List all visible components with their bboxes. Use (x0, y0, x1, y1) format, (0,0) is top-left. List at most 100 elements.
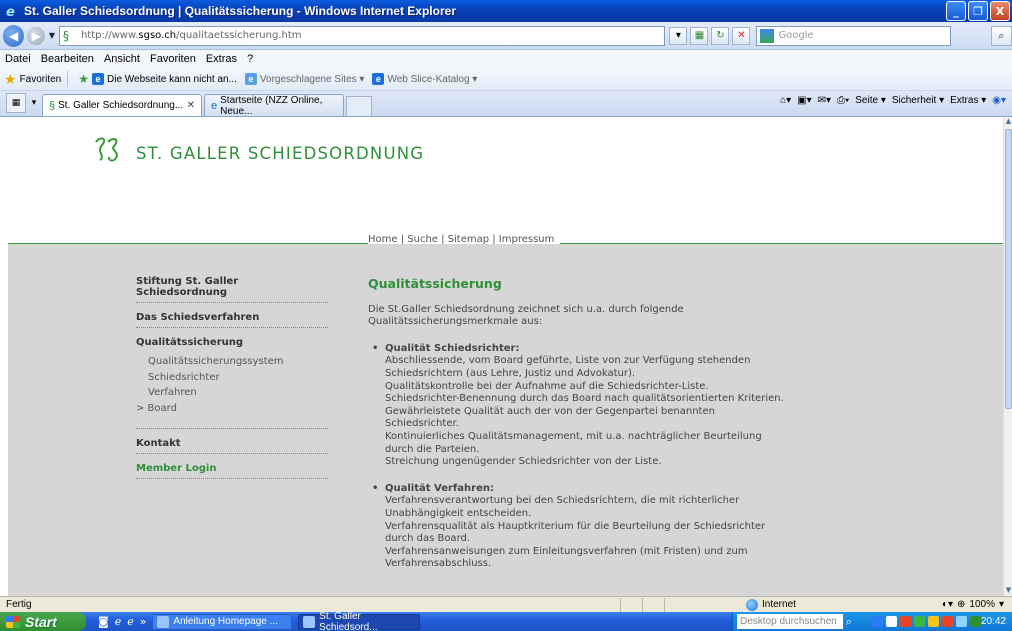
vertical-scrollbar[interactable]: ▲ ▼ (1003, 117, 1012, 596)
separator (136, 428, 328, 430)
search-input[interactable]: Google (756, 25, 951, 46)
tray-app-icon[interactable] (969, 616, 981, 627)
back-button[interactable]: ◀ (3, 24, 25, 47)
window-title: St. Galler Schiedsordnung | Qualitätssic… (24, 4, 456, 18)
quick-launch-more-icon[interactable]: » (140, 615, 147, 628)
quick-launch-ie-icon[interactable]: ℯ (115, 615, 122, 628)
tray-network-icon[interactable] (955, 616, 967, 627)
nav-item-stiftung[interactable]: Stiftung St. Galler Schiedsordnung (136, 276, 328, 303)
protected-mode-icon[interactable]: ◐▾ (942, 599, 953, 610)
url-path: /qualitaetssicherung.htm (176, 30, 302, 41)
address-row: ◀ ▶ ▼ § http://www. sgso.ch/qualitaetssic… (0, 22, 1012, 50)
system-tray: Desktop durchsuchen ⌕ 20:42 (732, 612, 1012, 631)
tray-app-icon[interactable] (913, 616, 925, 627)
tray-app-icon[interactable] (885, 616, 897, 627)
list-item-line: Kontinuierliches Qualitätsmanagement, mi… (385, 430, 762, 455)
search-icon[interactable]: ⌕ (990, 25, 1012, 46)
start-label: Start (25, 613, 57, 630)
list-item-line: Schiedsrichter-Benennung durch das Board… (385, 393, 784, 405)
quick-launch-ie2-icon[interactable]: ℯ (127, 615, 134, 628)
add-favorite-icon[interactable]: ★ (78, 72, 89, 86)
ie-page-icon: e (92, 73, 105, 85)
feeds-icon[interactable]: ▣▾ (797, 95, 811, 106)
security-zone: Internet (746, 598, 896, 611)
tab-label: Startseite (NZZ Online, Neue... (220, 94, 323, 117)
history-dropdown-icon[interactable]: ▼ (49, 31, 55, 40)
desktop-search-icon[interactable]: ⌕ (846, 615, 852, 629)
site-logo[interactable]: ST. GALLER SCHIEDSORDNUNG (92, 136, 424, 171)
subnav-item-schiedsrichter[interactable]: Schiedsrichter (148, 372, 328, 388)
zoom-control[interactable]: ◐▾ ⊕ 100% ▾ (942, 599, 1004, 610)
status-text: Fertig (6, 599, 32, 610)
desktop-search-input[interactable]: Desktop durchsuchen (737, 614, 843, 629)
security-menu[interactable]: Sicherheit ▾ (892, 95, 944, 106)
help-icon[interactable]: ◉▾ (992, 95, 1006, 106)
zoom-dropdown-icon[interactable]: ▾ (999, 599, 1004, 610)
home-icon[interactable]: ⌂▾ (780, 95, 791, 106)
window-titlebar: e St. Galler Schiedsordnung | Qualitätss… (0, 0, 1012, 22)
status-cell (664, 597, 686, 612)
quick-tabs-icon[interactable]: ▦ (6, 93, 26, 113)
favorites-star-icon[interactable]: ★ (4, 71, 17, 88)
favorite-item-error-page[interactable]: e Die Webseite kann nicht an... (92, 73, 237, 85)
address-dropdown-icon[interactable]: ▾ (669, 26, 688, 45)
separator (67, 71, 69, 87)
start-button[interactable]: Start (0, 612, 86, 631)
tab-sgso[interactable]: § St. Galler Schiedsordnung... ✕ (42, 94, 202, 116)
clock[interactable]: 20:42 (981, 616, 1006, 627)
page-menu[interactable]: Seite ▾ (855, 95, 886, 106)
subnav-item-board[interactable]: > Board (136, 403, 328, 419)
favorites-button[interactable]: Favoriten (20, 74, 62, 85)
nav-item-qualitaetssicherung[interactable]: Qualitätssicherung (136, 337, 328, 352)
scroll-up-icon[interactable]: ▲ (1004, 117, 1012, 127)
taskbar-item-anleitung[interactable]: Anleitung Homepage ... (152, 613, 293, 630)
minimize-button[interactable]: _ (946, 1, 966, 21)
address-bar[interactable]: § http://www. sgso.ch/qualitaetssicherung… (58, 25, 666, 46)
close-tab-icon[interactable]: ✕ (187, 100, 195, 111)
forward-button[interactable]: ▶ (27, 26, 45, 45)
refresh-icon[interactable]: ↻ (711, 26, 730, 45)
list-item-line: Verfahrensqualität als Hauptkriterium fü… (385, 520, 766, 545)
menu-favoriten[interactable]: Favoriten (145, 53, 201, 65)
subnav-item-verfahren[interactable]: Verfahren (148, 387, 328, 403)
print-icon[interactable]: ⎙▾ (837, 95, 849, 106)
tab-nzz[interactable]: e Startseite (NZZ Online, Neue... (204, 94, 344, 117)
close-window-button[interactable]: X (990, 1, 1010, 21)
list-item-heading: Qualität Schiedsrichter: (385, 342, 520, 354)
bullet: • (372, 482, 379, 494)
subnav: Qualitätssicherungssystem Schiedsrichter… (136, 356, 328, 418)
stop-icon[interactable]: ✕ (732, 26, 751, 45)
favorite-item-label: Web Slice-Katalog ▾ (387, 73, 478, 85)
taskbar-item-sgso[interactable]: St. Galler Schiedsord... (298, 611, 421, 631)
tray-app-icon[interactable] (941, 616, 953, 627)
quick-launch-app-icon[interactable]: ◙ (98, 615, 109, 628)
favorite-item-web-slice[interactable]: e Web Slice-Katalog ▾ (372, 73, 477, 85)
maximize-button[interactable]: ❐ (968, 1, 988, 21)
menu-datei[interactable]: Datei (0, 53, 36, 65)
tab-list-dropdown-icon[interactable]: ▾ (28, 93, 40, 113)
tray-app-icon[interactable] (871, 616, 883, 627)
favorite-item-suggested-sites[interactable]: e Vorgeschlagene Sites ▾ (244, 73, 364, 85)
mail-icon[interactable]: ✉▾ (818, 95, 831, 106)
subnav-item-system[interactable]: Qualitätssicherungssystem (148, 356, 328, 372)
list-item-line: Gewährleistete Qualität auch der von der… (385, 405, 715, 430)
main-content: Qualitätssicherung Die St.Galler Schieds… (368, 277, 788, 585)
nav-item-member-login[interactable]: Member Login (136, 463, 328, 480)
scrollbar-thumb[interactable] (1005, 129, 1012, 409)
word-doc-icon (157, 615, 170, 628)
new-tab-button[interactable] (346, 96, 372, 116)
site-name: ST. GALLER SCHIEDSORDNUNG (136, 144, 425, 163)
tray-app-icon[interactable] (899, 616, 911, 627)
menu-extras[interactable]: Extras (201, 53, 242, 65)
list-item: • Qualität Schiedsrichter: Abschliessend… (368, 343, 788, 469)
compatibility-view-icon[interactable]: ▦ (690, 26, 709, 45)
menu-bearbeiten[interactable]: Bearbeiten (36, 53, 99, 65)
list-item: • Qualität Verfahren: Verfahrensverantwo… (368, 483, 788, 571)
tray-app-icon[interactable] (927, 616, 939, 627)
nav-item-kontakt[interactable]: Kontakt (136, 438, 328, 455)
scroll-down-icon[interactable]: ▼ (1004, 586, 1012, 596)
menu-ansicht[interactable]: Ansicht (99, 53, 145, 65)
nav-item-schiedsverfahren[interactable]: Das Schiedsverfahren (136, 312, 328, 328)
menu-help[interactable]: ? (242, 53, 258, 65)
extras-menu[interactable]: Extras ▾ (950, 95, 986, 106)
